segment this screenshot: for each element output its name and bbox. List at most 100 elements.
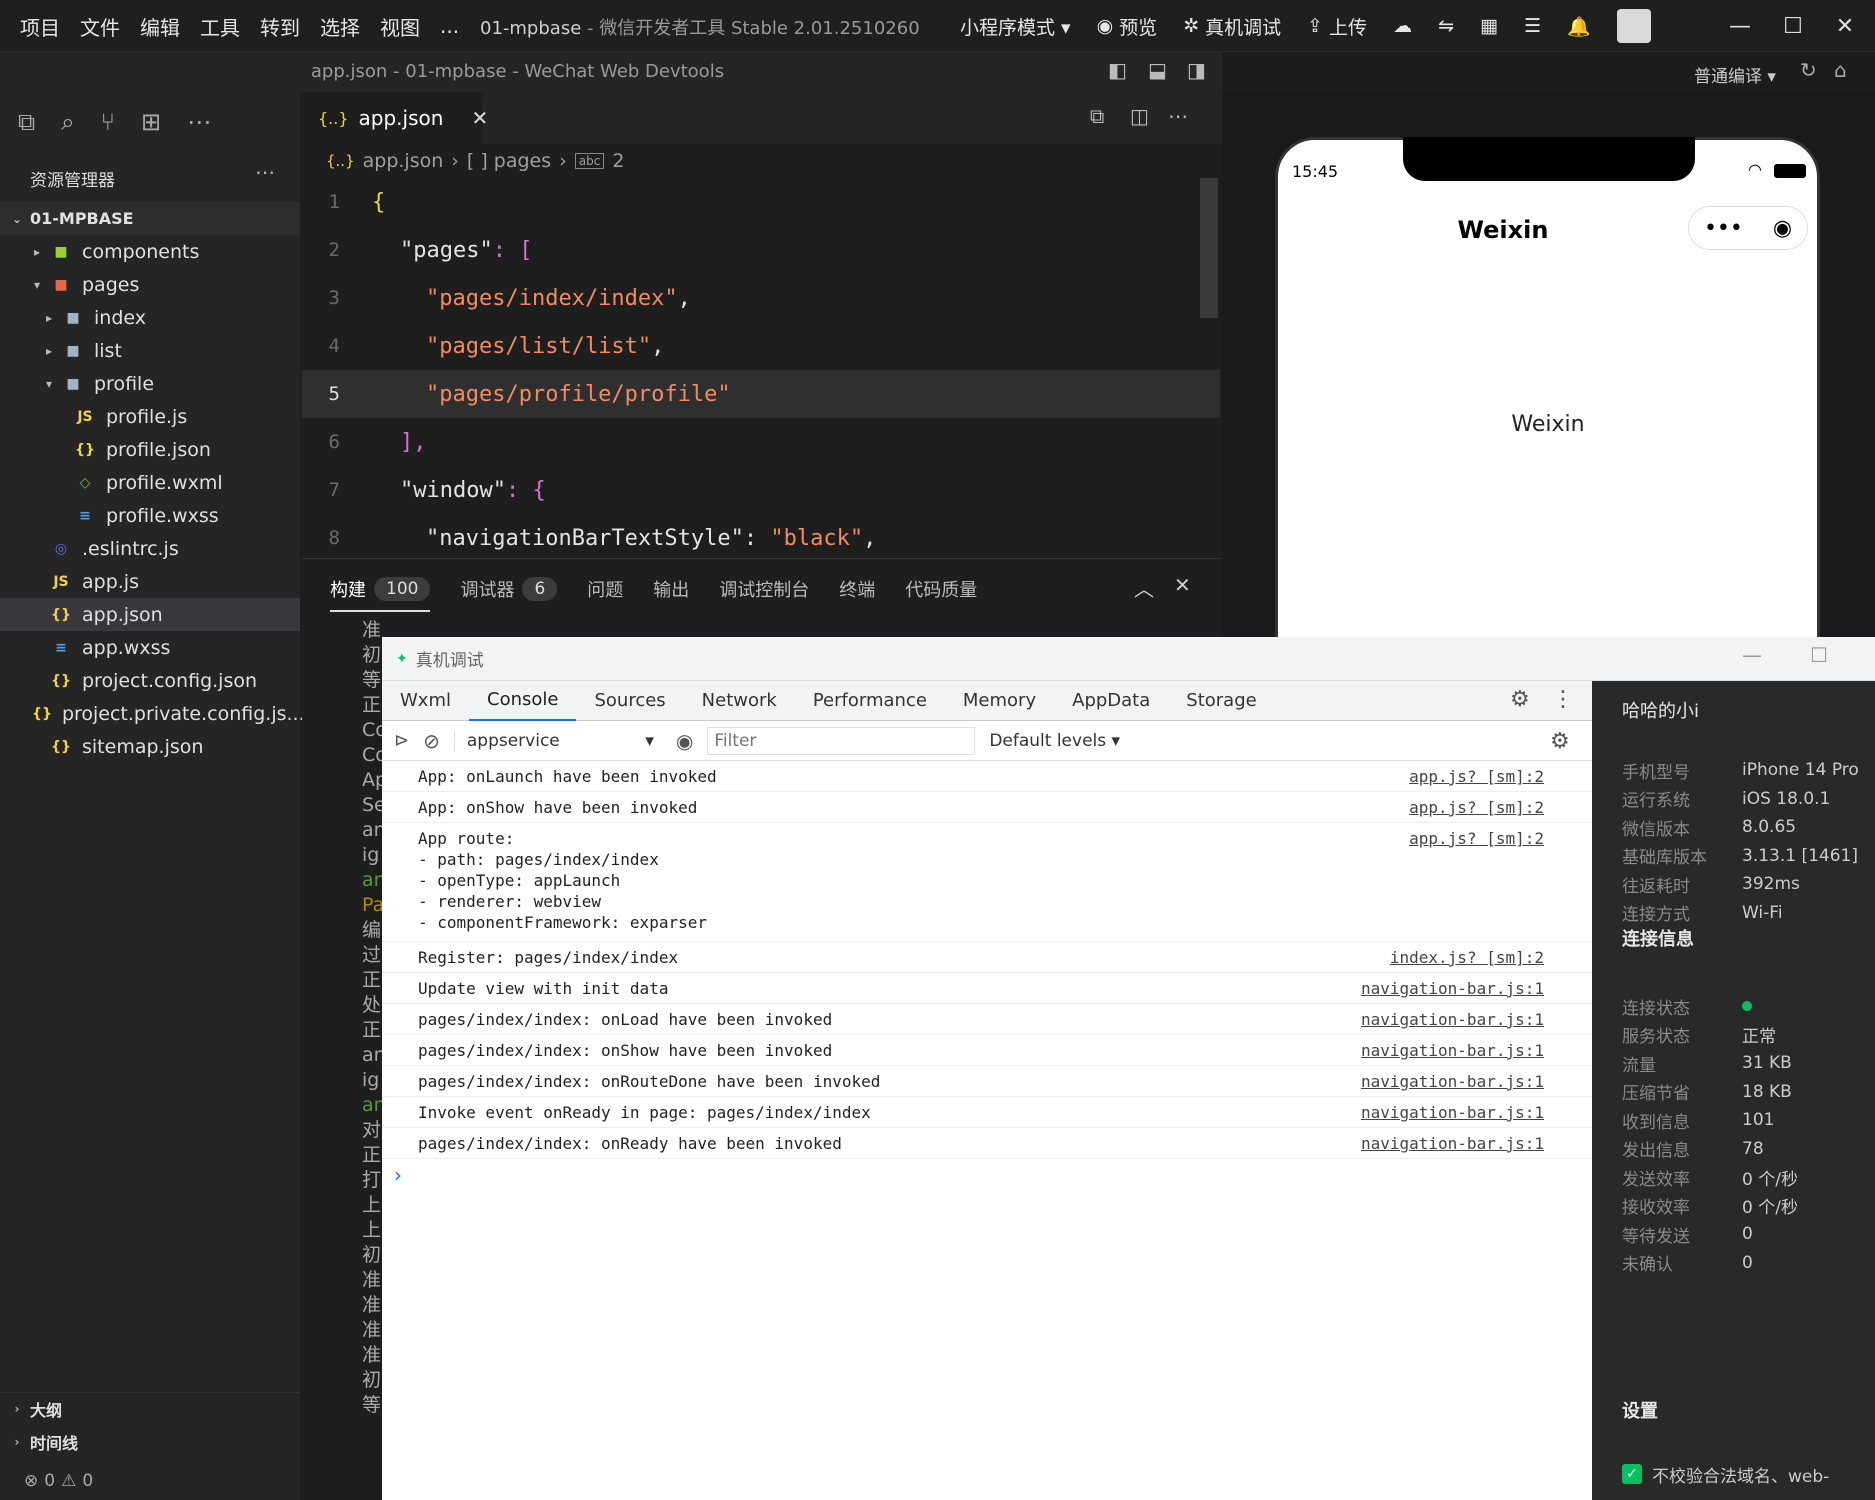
close-tab-icon[interactable]: ✕ [471,106,488,130]
editor-tab-app-json[interactable]: {..} app.json ✕ [302,92,488,144]
bell-icon[interactable]: 🔔 [1567,15,1591,38]
tree-item[interactable]: JS app.js [0,565,300,598]
clear-cache-icon[interactable]: ⌂ [1834,58,1847,82]
tab-build[interactable]: 构建 100 [330,576,431,612]
breadcrumb-pages[interactable]: [ ] pages [467,150,551,172]
console-source-link[interactable]: navigation-bar.js:1 [1361,1040,1544,1061]
preview-button[interactable]: ◉ 预览 [1097,13,1158,40]
cloud-icon[interactable]: ☁ [1393,15,1412,37]
target-icon[interactable]: ◉ [1773,216,1792,241]
tree-item[interactable]: {} project.private.config.js... [0,697,305,730]
refresh-icon[interactable]: ↻ [1800,58,1817,82]
tab-console[interactable]: Console [469,681,577,721]
toggle-sidebar-icon[interactable]: ◧ [1108,58,1127,82]
console-source-link[interactable]: index.js? [sm]:2 [1390,947,1544,968]
swap-icon[interactable]: ⇋ [1438,15,1454,37]
timeline-section[interactable]: › 时间线 [0,1425,300,1458]
toggle-panel-icon[interactable]: ⬓ [1148,58,1167,82]
console-source-link[interactable]: app.js? [sm]:2 [1409,797,1544,818]
checkbox-checked-icon[interactable]: ✓ [1622,1464,1642,1484]
tab-storage[interactable]: Storage [1168,681,1274,721]
outline-section[interactable]: › 大纲 [0,1392,300,1425]
tab-code-quality[interactable]: 代码质量 [905,576,977,602]
tab-problems[interactable]: 问题 [587,576,623,602]
maximize-icon[interactable]: ☐ [1810,643,1828,667]
tab-debugger[interactable]: 调试器 6 [460,576,558,602]
more-icon[interactable]: ⋯ [187,108,211,136]
tree-item[interactable]: {} profile.json [0,433,300,466]
tab-sources[interactable]: Sources [576,681,683,721]
toggle-secondary-icon[interactable]: ◨ [1187,58,1206,82]
capsule-button[interactable]: ••• ◉ [1688,206,1808,250]
tab-network[interactable]: Network [684,681,795,721]
log-levels-dropdown[interactable]: Default levels ▾ [989,731,1120,751]
tree-item[interactable]: ◎ .eslintrc.js [0,532,300,565]
warning-icon[interactable]: ⚠ [61,1471,76,1491]
explorer-more-icon[interactable]: ⋯ [255,160,275,184]
sidebar-toggle-icon[interactable]: ⊳ [394,730,409,751]
tab-appdata[interactable]: AppData [1054,681,1168,721]
tree-item[interactable]: ◇ profile.wxml [0,466,300,499]
menu-goto[interactable]: 转到 [260,12,300,41]
tree-item[interactable]: ▸ ■ index [0,301,300,334]
tab-memory[interactable]: Memory [945,681,1054,721]
close-panel-icon[interactable]: ✕ [1174,573,1191,597]
console-source-link[interactable]: app.js? [sm]:2 [1409,766,1544,787]
more-dots-icon[interactable]: ••• [1704,216,1743,241]
tab-terminal[interactable]: 终端 [839,576,875,602]
tab-debug-console[interactable]: 调试控制台 [719,576,809,602]
console-prompt-icon[interactable]: › [394,1163,402,1187]
real-device-debug-button[interactable]: ✲ 真机调试 [1183,13,1281,40]
breadcrumb-index[interactable]: 2 [612,150,624,172]
tab-output[interactable]: 输出 [653,576,689,602]
menu-project[interactable]: 项目 [20,12,60,41]
kebab-menu-icon[interactable]: ⋮ [1552,687,1574,712]
maximize-icon[interactable]: ☐ [1768,0,1818,52]
avatar[interactable] [1616,9,1651,43]
gear-icon[interactable]: ⚙ [1510,687,1530,712]
upload-button[interactable]: ⇪ 上传 [1307,13,1367,40]
project-root[interactable]: ⌄ 01-MPBASE [0,202,300,235]
compile-mode-dropdown[interactable]: 普通编译 ▾ [1694,62,1776,87]
minimize-icon[interactable]: — [1742,643,1762,667]
maximize-panel-icon[interactable]: ︿ [1134,573,1154,602]
tab-wxml[interactable]: Wxml [382,681,469,721]
skip-domain-check-setting[interactable]: ✓ 不校验合法域名、web- [1622,1457,1875,1491]
clear-console-icon[interactable]: ⊘ [423,729,440,753]
tree-item[interactable]: {} app.json [0,598,300,631]
menu-icon[interactable]: ☰ [1524,15,1541,37]
menu-more[interactable]: ... [440,14,459,38]
console-source-link[interactable]: navigation-bar.js:1 [1361,1071,1544,1092]
editor-more-icon[interactable]: ⋯ [1168,104,1188,128]
console-source-link[interactable]: navigation-bar.js:1 [1361,1009,1544,1030]
console-source-link[interactable]: navigation-bar.js:1 [1361,978,1544,999]
open-changes-icon[interactable]: ⧉ [1090,104,1104,128]
tree-item[interactable]: ▸ ■ components [0,235,300,268]
console-source-link[interactable]: navigation-bar.js:1 [1361,1102,1544,1123]
extensions-icon[interactable]: ⊞ [141,108,161,136]
menu-file[interactable]: 文件 [80,12,120,41]
tree-item[interactable]: ▸ ■ list [0,334,300,367]
close-window-icon[interactable]: ✕ [1820,0,1870,52]
console-settings-icon[interactable]: ⚙ [1550,729,1570,754]
tree-item[interactable]: ▾ ■ profile [0,367,300,400]
menu-edit[interactable]: 编辑 [140,12,180,41]
tab-performance[interactable]: Performance [795,681,945,721]
error-icon[interactable]: ⊗ [24,1471,38,1491]
tree-item[interactable]: {} sitemap.json [0,730,300,763]
menu-tools[interactable]: 工具 [200,12,240,41]
phone-simulator[interactable]: 15:45 ◠ Weixin ••• ◉ Weixin [1275,137,1820,657]
eye-icon[interactable]: ◉ [676,729,693,753]
search-icon[interactable]: ⌕ [61,108,74,136]
tree-item[interactable]: ≡ app.wxss [0,631,300,664]
source-control-icon[interactable]: ⑂ [101,108,115,136]
minimize-icon[interactable]: — [1715,0,1765,52]
console-source-link[interactable]: app.js? [sm]:2 [1409,828,1544,849]
console-output[interactable]: App: onLaunch have been invoked app.js? [… [382,761,1592,1500]
tree-item[interactable]: ≡ profile.wxss [0,499,300,532]
mode-dropdown[interactable]: 小程序模式 ▾ [960,13,1071,40]
code-editor[interactable]: 1{ 2 "pages": [ 3 "pages/index/index", 4 "p… [302,178,1220,558]
tree-item[interactable]: JS profile.js [0,400,300,433]
console-source-link[interactable]: navigation-bar.js:1 [1361,1133,1544,1154]
breadcrumb-file[interactable]: app.json [363,150,444,172]
